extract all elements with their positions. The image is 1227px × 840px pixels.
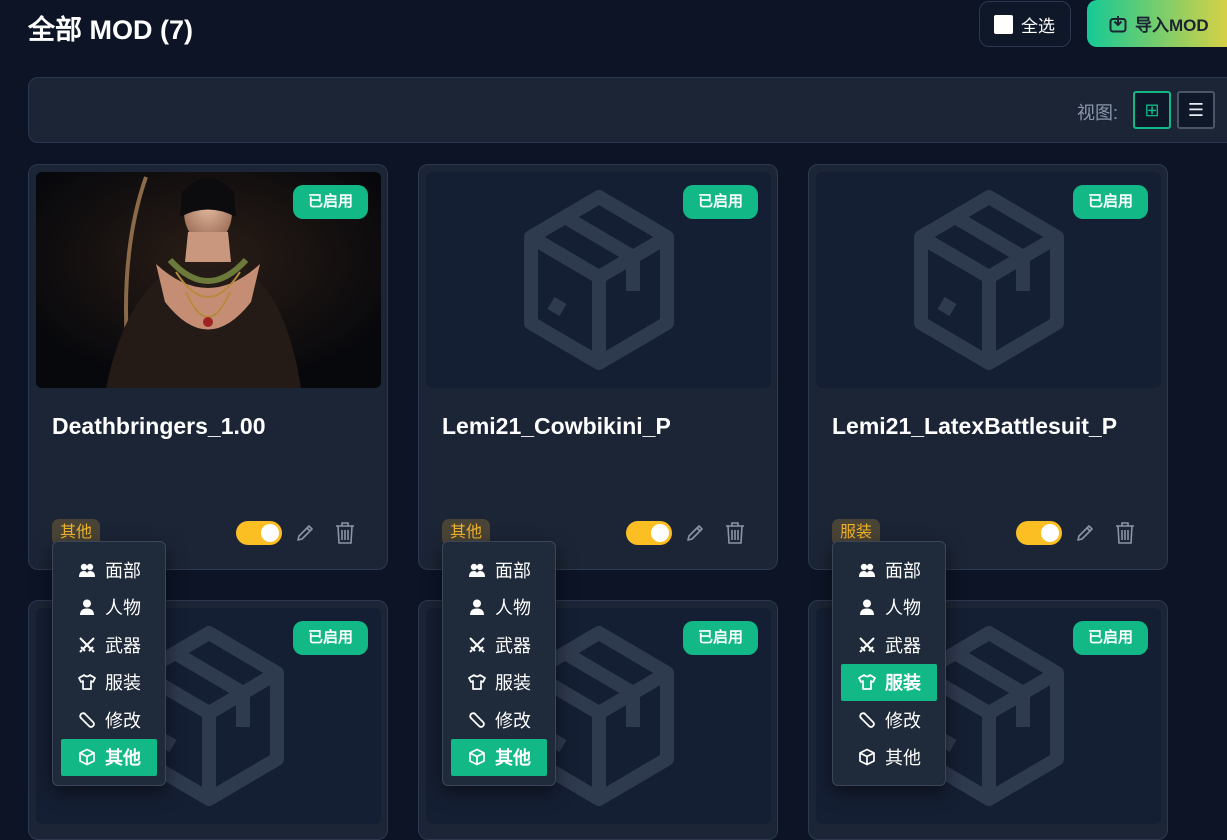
menu-item-label: 修改 [105,710,141,731]
menu-item-label: 人物 [495,598,531,619]
menu-item[interactable]: 武器 [61,626,157,664]
category-icon [858,636,876,654]
menu-item-label: 面部 [105,560,141,581]
mod-name: Lemi21_Cowbikini_P [442,413,671,439]
menu-item[interactable]: 人物 [841,589,937,627]
menu-item[interactable]: 服装 [61,664,157,702]
edit-icon[interactable] [1074,522,1096,544]
category-icon [468,711,486,729]
enable-toggle[interactable] [1016,521,1062,545]
menu-item[interactable]: 服装 [451,664,547,702]
mod-card[interactable]: 已启用 Deathbringers_1.00 其他 [28,164,388,570]
edit-icon[interactable] [294,522,316,544]
toolbar [28,77,1227,143]
menu-item-label: 其他 [885,748,921,769]
category-icon [858,561,876,579]
menu-item-label: 修改 [885,710,921,731]
menu-item[interactable]: 其他 [841,739,937,777]
page-title: 全部 MOD (7) [28,15,193,45]
status-badge: 已启用 [292,621,368,655]
menu-item[interactable]: 服装 [841,663,937,701]
status-badge: 已启用 [1072,621,1148,655]
category-icon [468,636,486,654]
menu-item[interactable]: 武器 [451,626,547,664]
category-icon [468,748,486,766]
category-icon [78,711,96,729]
menu-item[interactable]: 人物 [451,589,547,627]
delete-icon[interactable] [724,521,746,545]
menu-item[interactable]: 面部 [61,551,157,589]
menu-item-label: 人物 [105,598,141,619]
category-dropdown: 面部人物武器服装修改其他 [832,541,946,786]
menu-item[interactable]: 其他 [61,738,157,776]
list-icon: ☰ [1187,99,1205,120]
delete-icon[interactable] [1114,521,1136,545]
menu-item-label: 武器 [885,635,921,656]
mod-card[interactable]: 已启用 Lemi21_Cowbikini_P 其他 [418,164,778,570]
menu-item[interactable]: 修改 [61,701,157,739]
checkbox-box[interactable] [994,14,1013,34]
import-mod-button[interactable]: 导入MOD [1087,0,1227,47]
import-icon [1109,15,1127,32]
enable-toggle[interactable] [626,521,672,545]
category-icon [858,673,876,691]
menu-item-label: 人物 [885,598,921,619]
menu-item[interactable]: 修改 [841,701,937,739]
select-all-checkbox[interactable]: 全选 [979,1,1071,47]
menu-item-label: 其他 [495,748,531,769]
category-icon [468,598,486,616]
menu-item[interactable]: 面部 [451,551,547,589]
grid-icon: ⊞ [1144,99,1160,120]
menu-item[interactable]: 武器 [841,626,937,664]
category-dropdown: 面部人物武器服装修改其他 [52,541,166,786]
category-dropdown: 面部人物武器服装修改其他 [442,541,556,786]
category-icon [858,748,876,766]
view-label: 视图: [1077,103,1119,123]
status-badge: 已启用 [1072,185,1148,219]
status-badge: 已启用 [682,185,758,219]
select-all-label: 全选 [1021,16,1055,36]
list-view-button[interactable]: ☰ [1177,91,1215,129]
category-icon [78,673,96,691]
category-icon [858,711,876,729]
menu-item[interactable]: 修改 [451,701,547,739]
category-icon [78,561,96,579]
category-icon [468,673,486,691]
category-icon [858,598,876,616]
mod-name: Lemi21_LatexBattlesuit_P [832,413,1118,439]
delete-icon[interactable] [334,521,356,545]
category-icon [468,561,486,579]
mod-name: Deathbringers_1.00 [52,413,266,439]
menu-item-label: 服装 [495,673,531,694]
status-badge: 已启用 [682,621,758,655]
menu-item-label: 其他 [105,748,141,769]
edit-icon[interactable] [684,522,706,544]
menu-item[interactable]: 其他 [451,738,547,776]
menu-item-label: 服装 [885,673,921,694]
menu-item-label: 武器 [495,635,531,656]
category-icon [78,748,96,766]
import-label: 导入MOD [1135,16,1209,35]
category-icon [78,598,96,616]
menu-item-label: 服装 [105,673,141,694]
grid-view-button[interactable]: ⊞ [1133,91,1171,129]
menu-item[interactable]: 人物 [61,589,157,627]
mod-card[interactable]: 已启用 Lemi21_LatexBattlesuit_P 服装 [808,164,1168,570]
category-icon [78,636,96,654]
menu-item[interactable]: 面部 [841,551,937,589]
enable-toggle[interactable] [236,521,282,545]
menu-item-label: 武器 [105,635,141,656]
status-badge: 已启用 [292,185,368,219]
menu-item-label: 修改 [495,710,531,731]
menu-item-label: 面部 [885,560,921,581]
menu-item-label: 面部 [495,560,531,581]
